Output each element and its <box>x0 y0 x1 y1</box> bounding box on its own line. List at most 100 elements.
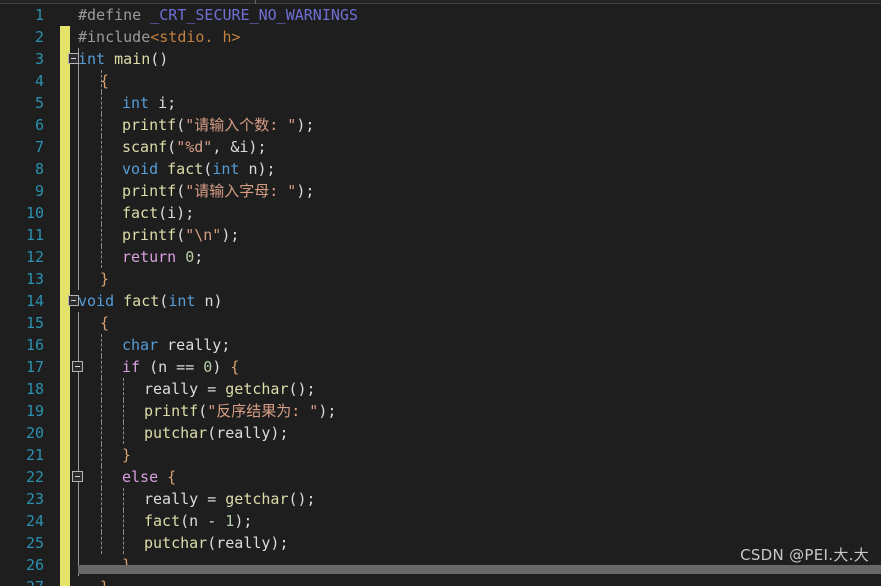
indent-guide <box>101 334 102 356</box>
horizontal-scrollbar-track[interactable] <box>78 565 881 574</box>
code-token: "\n" <box>185 226 222 244</box>
code-token: int <box>168 292 205 310</box>
code-text: putchar(really); <box>144 422 289 444</box>
code-line[interactable]: 19 printf("反序结果为: "); <box>0 400 881 422</box>
code-token: main <box>114 50 151 68</box>
code-token: ( <box>159 292 169 310</box>
code-line[interactable]: 16 char really; <box>0 334 881 356</box>
code-fold-toggle[interactable] <box>72 471 83 482</box>
unsaved-change-bar <box>60 114 70 136</box>
indent-guide <box>101 488 102 510</box>
code-token: (i); <box>158 204 195 222</box>
code-line[interactable]: 23 really = getchar(); <box>0 488 881 510</box>
outlining-vertical-guide <box>78 114 79 136</box>
code-token: void <box>78 292 124 310</box>
line-number: 10 <box>25 204 44 222</box>
code-token: fact <box>122 204 159 222</box>
code-line[interactable]: 6 printf("请输入个数: "); <box>0 114 881 136</box>
unsaved-change-bar <box>60 4 70 26</box>
outlining-vertical-guide <box>78 510 79 532</box>
code-line[interactable]: 15 { <box>0 312 881 334</box>
editor-text-surface[interactable]: 1 #define _CRT_SECURE_NO_WARNINGS 2 #includ… <box>0 4 881 586</box>
code-token: ( <box>198 402 208 420</box>
code-token: n) <box>204 292 223 310</box>
code-line[interactable]: 3 int main() <box>0 48 881 70</box>
code-line[interactable]: 10 fact(i); <box>0 202 881 224</box>
code-line[interactable]: 7 scanf("%d", &i); <box>0 136 881 158</box>
code-token: 0 <box>203 358 213 376</box>
line-number: 3 <box>34 50 44 68</box>
line-number: 19 <box>25 402 44 420</box>
code-line[interactable]: 13} <box>0 268 881 290</box>
line-number: 17 <box>25 358 44 376</box>
code-text: printf("反序结果为: "); <box>144 400 336 422</box>
code-token: really = <box>144 380 226 398</box>
code-token: ); <box>296 182 315 200</box>
code-line[interactable]: 24 fact(n - 1); <box>0 510 881 532</box>
code-text: scanf("%d", &i); <box>122 136 267 158</box>
indent-guide <box>101 510 102 532</box>
line-number: 25 <box>25 534 44 552</box>
unsaved-change-bar <box>60 356 70 378</box>
code-text: } <box>122 444 131 466</box>
unsaved-change-bar <box>60 334 70 356</box>
code-token: printf <box>122 182 177 200</box>
code-token: _CRT_SECURE_NO_WARNINGS <box>150 6 358 24</box>
code-token: ); <box>234 512 253 530</box>
code-token: #include <box>78 28 151 46</box>
line-number: 23 <box>25 490 44 508</box>
code-line[interactable]: 2 #include<stdio. h> <box>0 26 881 48</box>
code-token: really = <box>144 490 226 508</box>
indent-guide <box>101 136 102 158</box>
code-line[interactable]: 17 if (n == 0) { <box>0 356 881 378</box>
code-token: { <box>100 72 110 90</box>
indent-guide <box>101 444 102 466</box>
code-line[interactable]: 1 #define _CRT_SECURE_NO_WARNINGS <box>0 4 881 26</box>
code-token: fact <box>123 292 160 310</box>
line-number: 4 <box>34 72 44 90</box>
code-text: { <box>100 70 109 92</box>
code-line[interactable]: 5 int i; <box>0 92 881 114</box>
line-number: 22 <box>25 468 44 486</box>
indent-guide <box>123 510 124 532</box>
unsaved-change-bar <box>60 510 70 532</box>
code-line[interactable]: 21} <box>0 444 881 466</box>
code-text: printf("请输入字母: "); <box>122 180 314 202</box>
code-line[interactable]: 22 else { <box>0 466 881 488</box>
code-line[interactable]: 18 really = getchar(); <box>0 378 881 400</box>
unsaved-change-bar <box>60 444 70 466</box>
outlining-vertical-guide <box>78 158 79 180</box>
code-line[interactable]: 27} <box>0 576 881 586</box>
code-token: ( <box>176 182 186 200</box>
code-line[interactable]: 8 void fact(int n); <box>0 158 881 180</box>
indent-guide <box>101 378 102 400</box>
code-line[interactable]: 4{ <box>0 70 881 92</box>
code-token: ); <box>296 116 315 134</box>
code-token: scanf <box>122 138 168 156</box>
line-number: 13 <box>25 270 44 288</box>
outlining-vertical-guide <box>78 224 79 246</box>
code-fold-toggle[interactable] <box>72 361 83 372</box>
code-line[interactable]: 14 void fact(int n) <box>0 290 881 312</box>
horizontal-scrollbar-thumb[interactable] <box>78 565 881 574</box>
outlining-vertical-guide <box>78 246 79 268</box>
code-line[interactable]: 9 printf("请输入字母: "); <box>0 180 881 202</box>
watermark-text: CSDN @PEI.大.大 <box>740 546 869 564</box>
code-token: int <box>122 94 159 112</box>
code-token: putchar <box>144 424 208 442</box>
code-token: } <box>100 578 109 586</box>
indent-guide <box>123 378 124 400</box>
code-line[interactable]: 11 printf("\n"); <box>0 224 881 246</box>
code-text: return 0; <box>122 246 203 268</box>
code-line[interactable]: 20 putchar(really); <box>0 422 881 444</box>
code-token: , &i); <box>212 138 267 156</box>
indent-guide <box>123 400 124 422</box>
code-token: ( <box>167 138 177 156</box>
code-token: if <box>122 358 150 376</box>
code-token: () <box>150 50 169 68</box>
indent-guide <box>101 180 102 202</box>
line-number: 18 <box>25 380 44 398</box>
line-number: 9 <box>34 182 44 200</box>
code-text: fact(n - 1); <box>144 510 252 532</box>
code-line[interactable]: 12 return 0; <box>0 246 881 268</box>
